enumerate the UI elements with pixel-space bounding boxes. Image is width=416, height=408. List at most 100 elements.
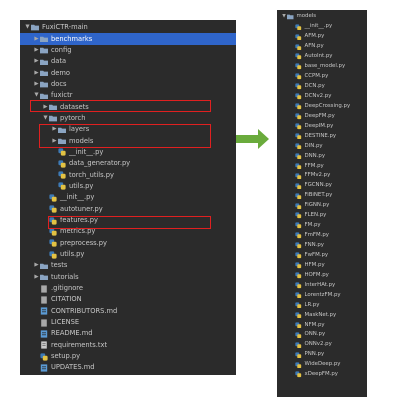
tree-file-row[interactable]: utils.py (20, 181, 236, 192)
tree-item-label: models (69, 136, 94, 145)
tree-file-row[interactable]: FLEN.py (277, 211, 367, 221)
python-file-icon (295, 242, 302, 249)
tree-file-row[interactable]: __init__.py (20, 147, 236, 158)
tree-folder-row[interactable]: ▶ models (20, 135, 236, 146)
tree-item-label: tutorials (51, 272, 79, 281)
tree-folder-row[interactable]: ▶ docs (20, 79, 236, 90)
tree-file-row[interactable]: preprocess.py (20, 238, 236, 249)
python-file-icon (295, 322, 302, 329)
folder-icon (40, 70, 48, 77)
python-file-icon (295, 252, 302, 259)
tree-item-label: __init__.py (69, 147, 104, 156)
tree-file-row[interactable]: __init__.py (20, 192, 236, 203)
project-tree: ▼ FuxiCTR-main ▶ benchmarks ▶ config ▶ data ▶ dem… (20, 22, 236, 374)
tree-item-label: datasets (60, 102, 89, 111)
tree-file-row[interactable]: xDeepFM.py (277, 370, 367, 380)
python-file-icon (295, 341, 302, 349)
tree-item-label: data (51, 57, 67, 66)
python-file-icon (295, 312, 302, 319)
generic-file-icon (40, 296, 48, 304)
tree-file-row[interactable]: .gitignore (20, 283, 236, 294)
tree-file-row[interactable]: UPDATES.md (20, 362, 236, 373)
tree-item-label: benchmarks (51, 34, 93, 43)
tree-file-row[interactable]: CITATION (20, 294, 236, 305)
folder-icon (40, 36, 48, 43)
tree-item-label: xDeepFM.py (304, 371, 338, 378)
folder-icon (49, 115, 57, 122)
tree-item-label: metrics.py (60, 227, 96, 236)
python-file-icon (295, 212, 302, 219)
folder-icon (40, 263, 48, 270)
tree-item-label: pytorch (60, 113, 86, 122)
python-file-icon (295, 133, 302, 140)
models-folder-panel: ▼ models __init__.py AFM.py AFN.py AutoInt.py… (277, 10, 367, 397)
tree-item-label: setup.py (51, 352, 81, 361)
tree-item-label: UPDATES.md (51, 363, 95, 372)
tree-file-row[interactable]: LICENSE (20, 317, 236, 328)
tree-file-row[interactable]: utils.py (20, 249, 236, 260)
python-file-icon (40, 353, 48, 361)
tree-file-row[interactable]: requirements.txt (20, 340, 236, 351)
chevron-down-icon[interactable]: ▼ (24, 22, 31, 33)
tree-folder-row[interactable]: ▶ layers (20, 124, 236, 135)
tree-folder-row[interactable]: ▶ data (20, 56, 236, 67)
python-file-icon (295, 361, 302, 369)
chevron-down-icon[interactable]: ▼ (33, 90, 40, 101)
tree-folder-row[interactable]: ▶ config (20, 45, 236, 56)
markdown-file-icon (40, 330, 48, 338)
tree-folder-row[interactable]: ▶ datasets (20, 101, 236, 112)
chevron-right-icon[interactable]: ▶ (51, 124, 58, 135)
tree-folder-row[interactable]: ▼ FuxiCTR-main (20, 22, 236, 33)
folder-icon (58, 138, 66, 145)
tree-folder-row[interactable]: ▼ pytorch (20, 113, 236, 124)
tree-file-row[interactable]: torch_utils.py (20, 169, 236, 180)
python-file-icon (295, 351, 302, 359)
tree-folder-row[interactable]: ▶ demo (20, 67, 236, 78)
chevron-right-icon[interactable]: ▶ (51, 136, 58, 147)
chevron-right-icon[interactable]: ▶ (42, 102, 49, 113)
python-file-icon (58, 171, 66, 179)
chevron-right-icon[interactable]: ▶ (33, 272, 40, 283)
tree-file-row[interactable]: README.md (20, 328, 236, 339)
tree-folder-row[interactable]: ▶ benchmarks (20, 33, 236, 45)
python-file-icon (58, 148, 66, 157)
tree-file-row[interactable]: setup.py (20, 351, 236, 362)
chevron-right-icon[interactable]: ▶ (33, 45, 40, 56)
chevron-right-icon[interactable]: ▶ (33, 56, 40, 67)
python-file-icon (295, 332, 302, 339)
python-file-icon (295, 371, 302, 378)
chevron-right-icon[interactable]: ▶ (33, 260, 40, 271)
python-file-icon (295, 23, 302, 31)
python-file-icon (295, 33, 302, 41)
tree-item-label: README.md (51, 329, 93, 338)
generic-file-icon (40, 284, 48, 293)
tree-item-label: docs (51, 79, 67, 88)
tree-item-label: tests (51, 261, 68, 270)
project-tree-panel: ▼ FuxiCTR-main ▶ benchmarks ▶ config ▶ data ▶ dem… (20, 20, 236, 375)
tree-folder-row[interactable]: ▶ tutorials (20, 272, 236, 283)
folder-icon (58, 127, 66, 133)
tree-item-label: layers (69, 125, 90, 134)
python-file-icon (49, 250, 57, 259)
models-tree: ▼ models __init__.py AFM.py AFN.py AutoInt.py… (277, 12, 367, 380)
tree-folder-row[interactable]: ▶ tests (20, 260, 236, 271)
markdown-file-icon (40, 307, 48, 315)
tree-file-row[interactable]: LorentzFM.py (277, 290, 367, 300)
tree-file-row[interactable]: CONTRIBUTORS.md (20, 306, 236, 317)
tree-item-label: autotuner.py (60, 204, 103, 213)
tree-folder-row[interactable]: ▼ fuxictr (20, 90, 236, 101)
python-file-icon (295, 83, 302, 90)
chevron-down-icon[interactable]: ▼ (42, 113, 49, 124)
chevron-right-icon[interactable]: ▶ (33, 79, 40, 90)
tree-file-row[interactable]: data_generator.py (20, 158, 236, 169)
green-right-arrow (236, 129, 269, 149)
chevron-right-icon[interactable]: ▶ (33, 68, 40, 79)
text-file-icon (40, 341, 48, 349)
tree-file-row[interactable]: metrics.py (20, 226, 236, 237)
chevron-right-icon[interactable]: ▶ (33, 34, 40, 45)
python-file-icon (295, 222, 302, 229)
tree-file-row[interactable]: autotuner.py (20, 204, 236, 215)
folder-icon (40, 47, 48, 54)
tree-file-row[interactable]: features.py (20, 215, 236, 226)
tree-item-label: CITATION (51, 295, 82, 304)
